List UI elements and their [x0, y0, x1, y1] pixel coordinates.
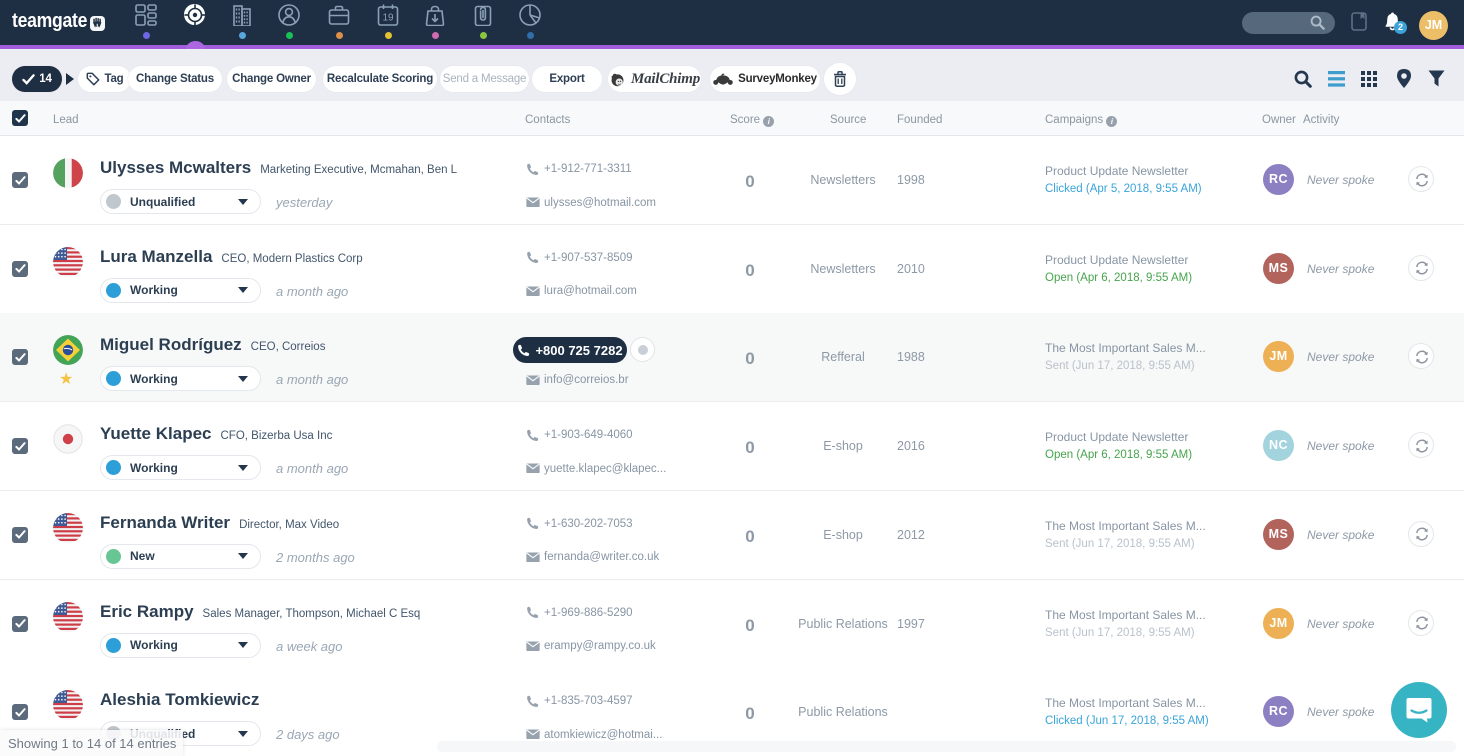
svg-text:19: 19	[382, 13, 394, 24]
